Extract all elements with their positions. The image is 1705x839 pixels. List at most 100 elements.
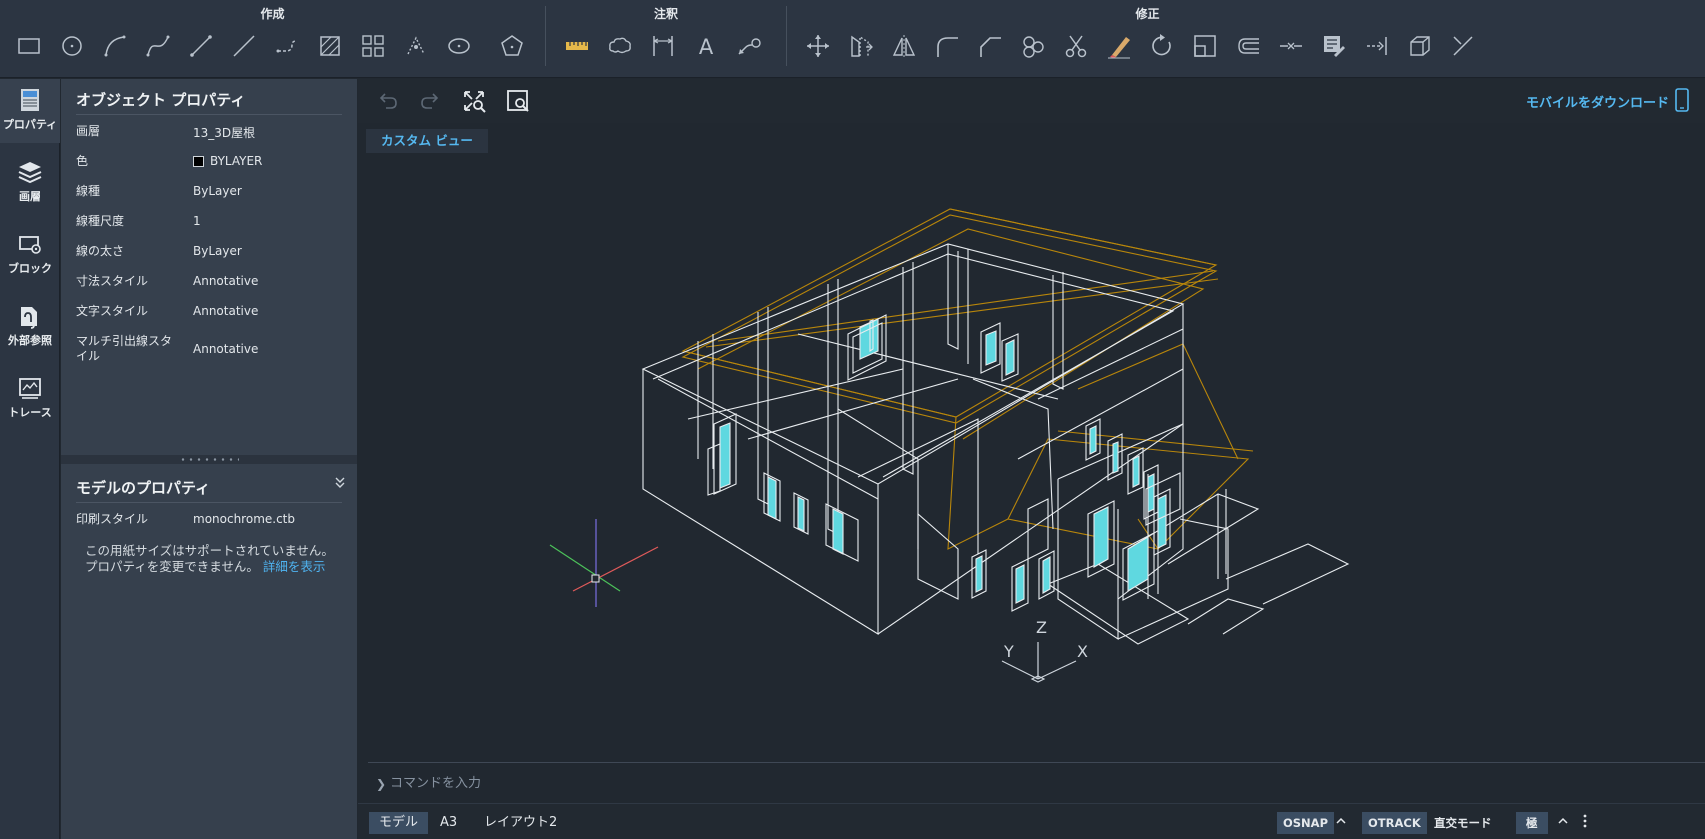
prop-value[interactable]: monochrome.ctb <box>193 512 295 526</box>
object-properties-title: オブジェクト プロパティ <box>76 91 246 109</box>
toolbar-group-annotate: 注釈 A <box>548 0 784 78</box>
tab-model[interactable]: モデル <box>369 812 429 834</box>
revision-cloud-icon[interactable] <box>604 30 636 62</box>
divider <box>76 502 342 503</box>
prop-value[interactable]: 1 <box>193 214 201 228</box>
box-icon[interactable] <box>1404 30 1436 62</box>
prop-value[interactable]: Annotative <box>193 274 258 288</box>
prop-name: 文字スタイル <box>76 304 149 318</box>
extend-icon[interactable] <box>1361 30 1393 62</box>
array-icon[interactable] <box>357 30 389 62</box>
prop-name: 寸法スタイル <box>76 274 149 288</box>
prop-value[interactable]: Annotative <box>193 304 258 318</box>
polygon-icon[interactable] <box>496 30 528 62</box>
rail-item-properties[interactable]: プロパティ <box>0 79 60 143</box>
polar-toggle[interactable]: 極 <box>1516 812 1548 834</box>
prop-name: 線種尺度 <box>76 214 125 228</box>
toolbar-separator <box>786 6 787 66</box>
circle-icon[interactable] <box>56 30 88 62</box>
text-icon[interactable]: A <box>690 30 722 62</box>
match-properties-icon[interactable] <box>1318 30 1350 62</box>
cad-app: 作成 注釈 A 修正 プロパティ 画層 ブロック 外部参照 トレース オブジェク… <box>0 0 1705 839</box>
mirror-icon[interactable] <box>888 30 920 62</box>
rail-item-trace[interactable]: トレース <box>0 367 60 431</box>
prop-name: 線の太さ <box>76 244 125 258</box>
rail-item-xref[interactable]: 外部参照 <box>0 295 60 359</box>
block-icon <box>19 236 41 254</box>
rail-label-layers: 画層 <box>19 190 41 203</box>
group-title-modify: 修正 <box>1135 7 1160 21</box>
layers-icon <box>18 162 42 184</box>
prop-value[interactable]: Annotative <box>193 342 258 356</box>
trace-icon <box>19 378 41 399</box>
polyline-icon[interactable] <box>271 30 303 62</box>
prop-name: マルチ引出線スタイル <box>76 334 173 363</box>
rotate-icon[interactable] <box>1146 30 1178 62</box>
chevron-up-icon[interactable] <box>1558 816 1568 826</box>
copy-icon[interactable] <box>845 30 877 62</box>
more-options-icon[interactable] <box>1582 813 1588 829</box>
line-icon[interactable] <box>185 30 217 62</box>
prop-name: 画層 <box>76 124 101 138</box>
house-3d-wireframe[interactable]: Z Y X <box>358 79 1705 759</box>
trim-icon[interactable] <box>1060 30 1092 62</box>
unsupported-paper-note: この用紙サイズはサポートされていません。プロパティを変更できません。 詳細を表示 <box>85 543 345 575</box>
fillet-icon[interactable] <box>931 30 963 62</box>
rail-label-blocks: ブロック <box>8 262 52 275</box>
command-input[interactable] <box>390 772 1290 794</box>
left-rail: プロパティ 画層 ブロック 外部参照 トレース <box>0 79 60 839</box>
break-icon[interactable] <box>1275 30 1307 62</box>
collapse-chevron-icon[interactable] <box>333 475 347 489</box>
toolbar-group-modify: 修正 <box>790 0 1705 78</box>
chamfer-icon[interactable] <box>974 30 1006 62</box>
rail-label-properties: プロパティ <box>2 118 58 131</box>
offset-icon[interactable] <box>1232 30 1264 62</box>
tab-layout2[interactable]: レイアウト2 <box>474 812 567 834</box>
prop-name: 印刷スタイル <box>76 512 149 526</box>
rail-label-trace: トレース <box>8 406 52 419</box>
join-icon[interactable] <box>1017 30 1049 62</box>
dimension-icon[interactable] <box>647 30 679 62</box>
construction-line-icon[interactable] <box>228 30 260 62</box>
prop-value: BYLAYER <box>210 154 263 168</box>
viewcube-gizmo <box>549 519 659 607</box>
prop-value[interactable]: ByLayer <box>193 184 242 198</box>
measure-icon[interactable] <box>561 30 593 62</box>
details-link[interactable]: 詳細を表示 <box>263 559 326 574</box>
properties-panel: オブジェクト プロパティ 画層 13_3D屋根 色 BYLAYER 線種 ByL… <box>61 79 357 839</box>
rectangle-icon[interactable] <box>13 30 45 62</box>
prop-name: 線種 <box>76 184 101 198</box>
explode-icon[interactable] <box>1447 30 1479 62</box>
group-title-annotate: 注釈 <box>653 7 678 21</box>
leader-icon[interactable] <box>733 30 765 62</box>
properties-icon <box>21 89 39 111</box>
prop-value[interactable]: ByLayer <box>193 244 242 258</box>
otrack-toggle[interactable]: OTRACK <box>1362 812 1427 834</box>
move-icon[interactable] <box>802 30 834 62</box>
command-divider <box>368 762 1705 763</box>
prop-value-color[interactable]: BYLAYER <box>193 154 262 168</box>
toolbar-separator <box>545 6 546 66</box>
point-icon[interactable] <box>400 30 432 62</box>
rail-item-blocks[interactable]: ブロック <box>0 223 60 287</box>
prop-value[interactable]: 13_3D屋根 <box>193 124 255 141</box>
rail-item-layers[interactable]: 画層 <box>0 151 60 215</box>
erase-icon[interactable] <box>1103 30 1135 62</box>
prop-name: 色 <box>76 154 89 168</box>
ellipse-icon[interactable] <box>443 30 475 62</box>
model-properties-title: モデルのプロパティ <box>76 479 211 497</box>
chevron-up-icon[interactable] <box>1336 816 1346 826</box>
color-swatch <box>193 155 204 167</box>
tab-a3[interactable]: A3 <box>430 812 467 834</box>
scale-icon[interactable] <box>1189 30 1221 62</box>
osnap-toggle[interactable]: OSNAP <box>1277 812 1335 834</box>
spline-icon[interactable] <box>142 30 174 62</box>
xref-icon <box>21 307 37 329</box>
toolbar-group-create: 作成 <box>0 0 545 78</box>
panel-splitter[interactable] <box>61 455 357 464</box>
arc-icon[interactable] <box>99 30 131 62</box>
drawing-canvas[interactable]: モバイルをダウンロード カスタム ビュー Z Y X <box>358 79 1705 759</box>
ortho-mode-toggle[interactable]: 直交モード <box>1428 812 1498 834</box>
hatch-icon[interactable] <box>314 30 346 62</box>
divider <box>76 114 342 115</box>
